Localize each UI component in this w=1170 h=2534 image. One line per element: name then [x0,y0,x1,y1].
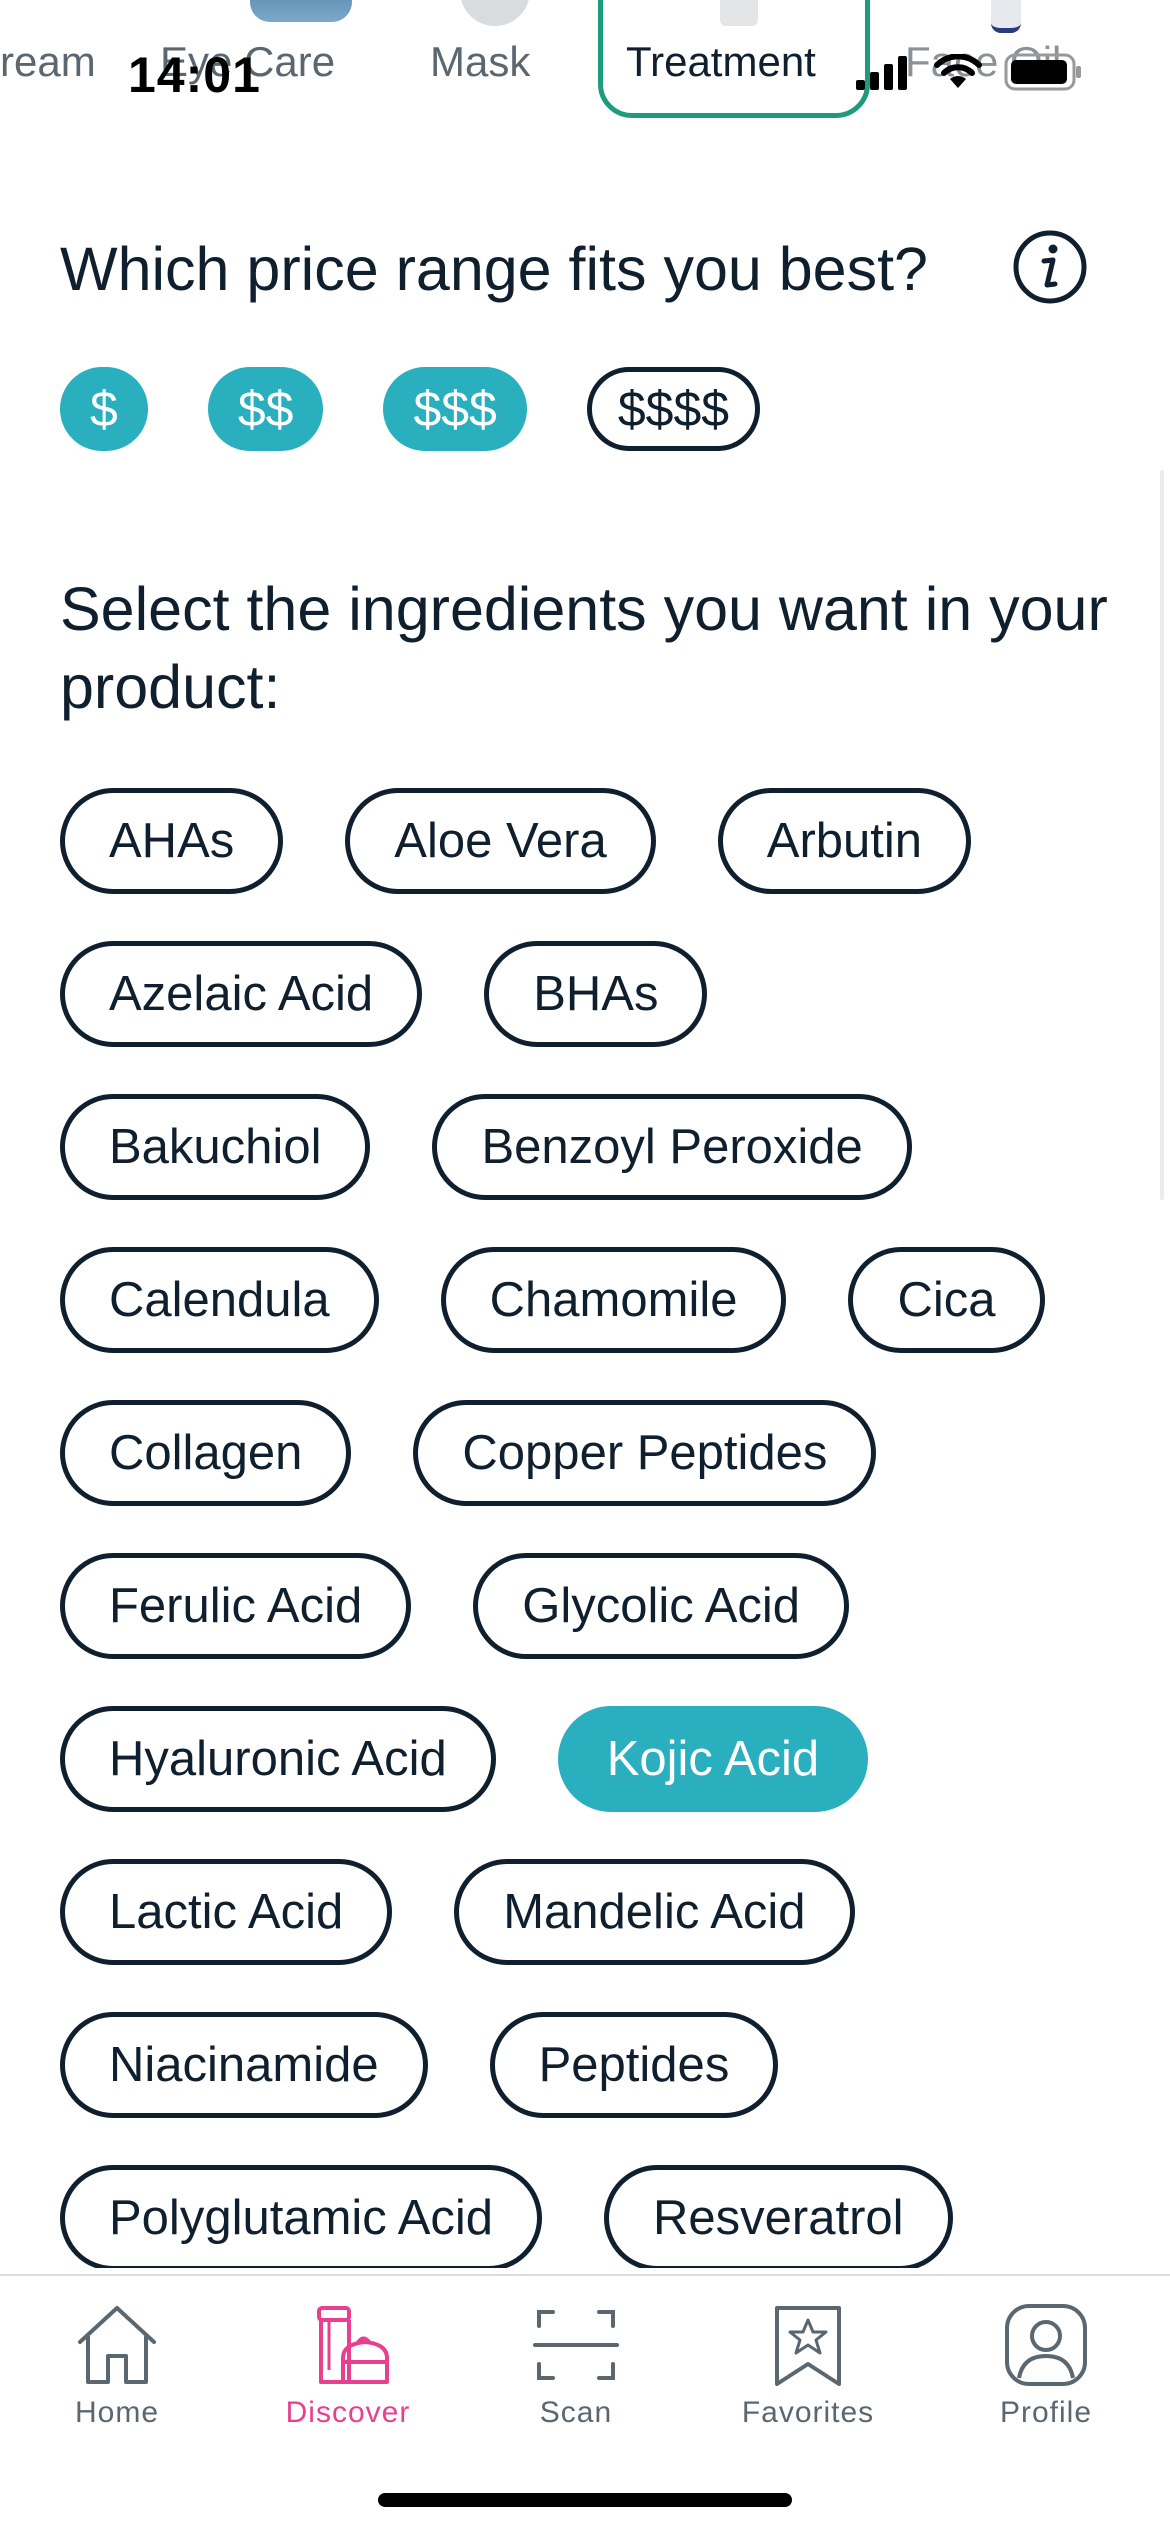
chip-row: Lactic Acid Mandelic Acid [60,1859,1120,1965]
ingredient-chip[interactable]: Bakuchiol [60,1094,371,1200]
tab-label: Home [74,2396,160,2429]
tab-scan[interactable]: Scan [476,2300,676,2430]
ingredient-chip[interactable]: Lactic Acid [60,1859,393,1965]
price-option-4[interactable]: $$$$ [586,367,761,451]
cellular-signal-icon [856,56,907,90]
chip-row: AHAs Aloe Vera Arbutin [60,788,1120,894]
tab-favorites[interactable]: Favorites [708,2300,908,2430]
ingredient-chip[interactable]: Polyglutamic Acid [60,2165,543,2268]
mask-thumbnail [460,0,530,26]
category-label: ream [0,38,96,85]
favorites-icon [775,2306,841,2386]
active-category-highlight [598,0,870,118]
scrollbar[interactable] [1160,470,1164,1200]
price-option-1[interactable]: $ [60,367,148,451]
ingredient-chip[interactable]: Ferulic Acid [60,1553,412,1659]
tab-label: Profile [999,2396,1093,2429]
ingredient-chip[interactable]: Azelaic Acid [60,941,423,1047]
tab-discover[interactable]: Discover [248,2300,448,2430]
ingredient-chip[interactable]: Mandelic Acid [454,1859,855,1965]
status-icons [854,52,1084,92]
chip-row: Calendula Chamomile Cica [60,1247,1120,1353]
profile-icon [1005,2304,1087,2386]
home-indicator[interactable] [378,2493,792,2507]
wifi-icon [934,54,982,88]
chip-row: Niacinamide Peptides [60,2012,1120,2118]
tab-profile[interactable]: Profile [946,2300,1146,2430]
price-option-3[interactable]: $$$ [383,367,527,451]
ingredient-chip[interactable]: Hyaluronic Acid [60,1706,496,1812]
ingredient-chip[interactable]: Calendula [60,1247,379,1353]
ingredient-chip[interactable]: AHAs [60,788,284,894]
price-range-heading: Which price range fits you best? [60,235,928,303]
chip-row: Hyaluronic Acid Kojic Acid [60,1706,1120,1812]
ingredient-chip[interactable]: Niacinamide [60,2012,428,2118]
ingredient-chip[interactable]: Aloe Vera [345,788,656,894]
price-option-2[interactable]: $$ [207,367,324,451]
battery-icon [1004,53,1081,91]
tab-home[interactable]: Home [17,2300,217,2430]
ingredient-chip[interactable]: Copper Peptides [413,1400,877,1506]
tab-label: Discover [285,2396,411,2429]
ingredient-chip[interactable]: BHAs [484,941,708,1047]
ingredients-heading: Select the ingredients you want in your … [60,575,1108,721]
info-icon[interactable] [1012,229,1088,305]
chip-row: Bakuchiol Benzoyl Peroxide [60,1094,1120,1200]
ingredient-chip[interactable]: Peptides [489,2012,779,2118]
status-time: 14:01 [128,47,261,103]
ingredient-chip[interactable]: Arbutin [717,788,972,894]
ingredient-chip[interactable]: Cica [848,1247,1045,1353]
tab-label: Favorites [741,2396,875,2429]
ingredient-chip[interactable]: Resveratrol [604,2165,953,2268]
chip-row: Ferulic Acid Glycolic Acid [60,1553,1120,1659]
discover-icon [317,2306,389,2384]
chip-row: Azelaic Acid BHAs [60,941,1120,1047]
ingredient-chip-selected[interactable]: Kojic Acid [557,1706,869,1812]
category-label: Mask [430,38,531,85]
eye-care-thumbnail [250,0,352,22]
ingredient-chip[interactable]: Collagen [60,1400,352,1506]
ingredient-chip-list: AHAs Aloe Vera Arbutin Azelaic Acid BHAs… [60,788,1120,2268]
ingredient-chip[interactable]: Chamomile [440,1247,787,1353]
ingredient-chip[interactable]: Benzoyl Peroxide [432,1094,912,1200]
face-oil-thumbnail [991,0,1021,33]
home-icon [78,2306,156,2384]
ingredient-chip[interactable]: Glycolic Acid [473,1553,850,1659]
price-range-options: $ $$ $$$ $$$$ [60,367,761,451]
tab-label: Scan [539,2396,613,2429]
chip-row: Polyglutamic Acid Resveratrol [60,2165,1120,2268]
scan-icon [533,2310,619,2380]
chip-row: Collagen Copper Peptides [60,1400,1120,1506]
